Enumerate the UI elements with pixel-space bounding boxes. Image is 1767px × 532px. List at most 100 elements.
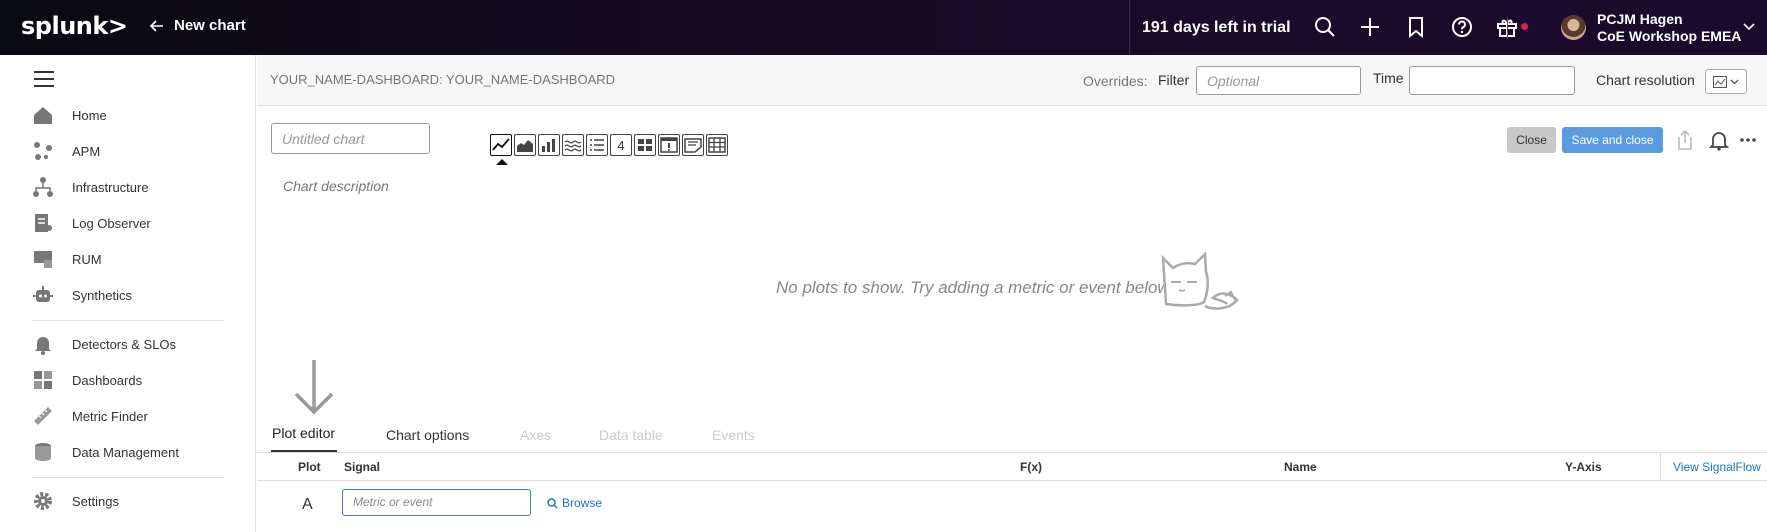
- chart-description-input[interactable]: Chart description: [283, 178, 389, 194]
- plus-icon[interactable]: [1357, 14, 1383, 40]
- heatmap-icon[interactable]: [634, 134, 656, 156]
- back-label: New chart: [174, 17, 246, 34]
- user-org: CoE Workshop EMEA: [1597, 28, 1742, 44]
- home-icon: [32, 104, 54, 126]
- user-name: PCJM Hagen: [1597, 11, 1683, 27]
- search-icon: [547, 497, 558, 509]
- avatar[interactable]: [1561, 15, 1586, 40]
- divider: [1507, 17, 1508, 39]
- chevron-down-icon[interactable]: [1742, 19, 1756, 33]
- sidebar: Home APM Infrastructure Log Observer RUM…: [0, 55, 256, 532]
- overrides-label: Overrides:: [1083, 73, 1148, 89]
- list-chart-icon[interactable]: [586, 134, 608, 156]
- sidebar-item-apm[interactable]: APM: [32, 139, 100, 163]
- line-chart-icon[interactable]: [490, 134, 512, 156]
- column-chart-icon[interactable]: [538, 134, 560, 156]
- back-button[interactable]: New chart: [150, 17, 246, 34]
- time-input[interactable]: [1409, 66, 1575, 95]
- view-signalflow-link[interactable]: View SignalFlow: [1660, 453, 1761, 481]
- sidebar-item-label: Infrastructure: [72, 179, 149, 195]
- trial-status[interactable]: 191 days left in trial: [1129, 0, 1291, 55]
- search-icon[interactable]: [1312, 14, 1338, 40]
- splunk-logo[interactable]: splunk>: [21, 12, 128, 40]
- more-options-icon[interactable]: [1736, 128, 1760, 152]
- sidebar-item-infrastructure[interactable]: Infrastructure: [32, 175, 149, 199]
- divider: [32, 477, 224, 478]
- sidebar-item-label: Data Management: [72, 444, 179, 460]
- gear-icon: [32, 490, 54, 512]
- column-plot: Plot: [298, 460, 321, 474]
- infrastructure-icon: [32, 176, 54, 198]
- close-button[interactable]: Close: [1507, 127, 1556, 153]
- metric-input[interactable]: Metric or event: [342, 489, 531, 516]
- divider: [32, 320, 224, 321]
- bell-icon[interactable]: [1707, 128, 1731, 152]
- sidebar-item-label: Detectors & SLOs: [72, 336, 177, 352]
- sidebar-item-synthetics[interactable]: Synthetics: [32, 283, 132, 307]
- tab-data-table[interactable]: Data table: [599, 427, 663, 443]
- chevron-down-icon: [1730, 79, 1739, 85]
- bookmark-icon[interactable]: [1403, 14, 1429, 40]
- synthetics-icon: [32, 284, 54, 306]
- browse-label: Browse: [562, 496, 603, 510]
- dashboard-header: YOUR_NAME-DASHBOARD: YOUR_NAME-DASHBOARD…: [257, 55, 1767, 106]
- apm-icon: [32, 140, 54, 162]
- sidebar-item-rum[interactable]: RUM: [32, 247, 102, 271]
- sidebar-item-log-observer[interactable]: Log Observer: [32, 211, 151, 235]
- hamburger-menu-icon[interactable]: [34, 71, 54, 87]
- area-chart-icon[interactable]: [514, 134, 536, 156]
- share-icon[interactable]: [1673, 128, 1697, 152]
- help-icon[interactable]: [1449, 14, 1475, 40]
- breadcrumb[interactable]: YOUR_NAME-DASHBOARD: YOUR_NAME-DASHBOARD: [270, 72, 615, 87]
- sidebar-item-label: Synthetics: [72, 287, 132, 303]
- sidebar-item-label: Log Observer: [72, 215, 151, 231]
- histogram-icon[interactable]: [562, 134, 584, 156]
- arrow-down-icon: [294, 360, 334, 415]
- save-and-close-button[interactable]: Save and close: [1562, 127, 1663, 153]
- arrow-left-icon: [150, 19, 163, 32]
- dashboard-icon: [32, 369, 54, 391]
- sidebar-item-label: Dashboards: [72, 372, 143, 388]
- empty-state-message: No plots to show. Try adding a metric or…: [776, 278, 1174, 297]
- sidebar-item-dashboards[interactable]: Dashboards: [32, 368, 142, 392]
- sidebar-item-label: Settings: [72, 493, 119, 509]
- active-tab-indicator: [271, 450, 337, 452]
- column-y-axis: Y-Axis: [1565, 460, 1602, 474]
- top-bar: splunk> New chart 191 days left in trial…: [0, 0, 1767, 55]
- table-row: A Metric or event Browse: [257, 481, 1767, 525]
- sidebar-item-label: APM: [72, 143, 101, 159]
- log-icon: [32, 212, 54, 234]
- single-value-icon[interactable]: 4: [610, 134, 632, 156]
- time-label: Time: [1373, 70, 1404, 86]
- table-chart-icon[interactable]: [706, 134, 728, 156]
- filter-label: Filter: [1158, 72, 1190, 88]
- tab-plot-editor[interactable]: Plot editor: [272, 425, 335, 441]
- plot-letter[interactable]: A: [302, 496, 313, 514]
- sidebar-item-detectors[interactable]: Detectors & SLOs: [32, 332, 176, 356]
- tab-chart-options[interactable]: Chart options: [386, 427, 469, 443]
- column-fx: F(x): [1020, 460, 1042, 474]
- bell-icon: [32, 333, 54, 355]
- database-icon: [32, 441, 54, 463]
- sidebar-item-home[interactable]: Home: [32, 103, 107, 127]
- sidebar-item-data-management[interactable]: Data Management: [32, 440, 179, 464]
- browse-button[interactable]: Browse: [547, 496, 602, 510]
- column-name: Name: [1284, 460, 1317, 474]
- event-feed-icon[interactable]: [658, 134, 680, 156]
- user-menu[interactable]: PCJM Hagen CoE Workshop EMEA: [1597, 11, 1741, 45]
- chart-title-input[interactable]: Untitled chart: [271, 123, 430, 154]
- notification-dot: [1521, 23, 1528, 30]
- sidebar-item-settings[interactable]: Settings: [32, 489, 119, 513]
- chart-resolution-dropdown[interactable]: [1705, 69, 1747, 94]
- tab-events[interactable]: Events: [712, 427, 755, 443]
- resolution-icon: [1713, 75, 1727, 88]
- chart-resolution-label: Chart resolution: [1596, 72, 1695, 88]
- text-chart-icon[interactable]: [682, 134, 704, 156]
- rum-icon: [32, 248, 54, 270]
- selected-type-caret: [496, 159, 508, 165]
- filter-input[interactable]: Optional: [1196, 66, 1361, 95]
- sidebar-item-label: RUM: [72, 251, 102, 267]
- sidebar-item-metric-finder[interactable]: Metric Finder: [32, 404, 148, 428]
- chart-type-selector: 4: [490, 134, 728, 156]
- tab-axes[interactable]: Axes: [520, 427, 551, 443]
